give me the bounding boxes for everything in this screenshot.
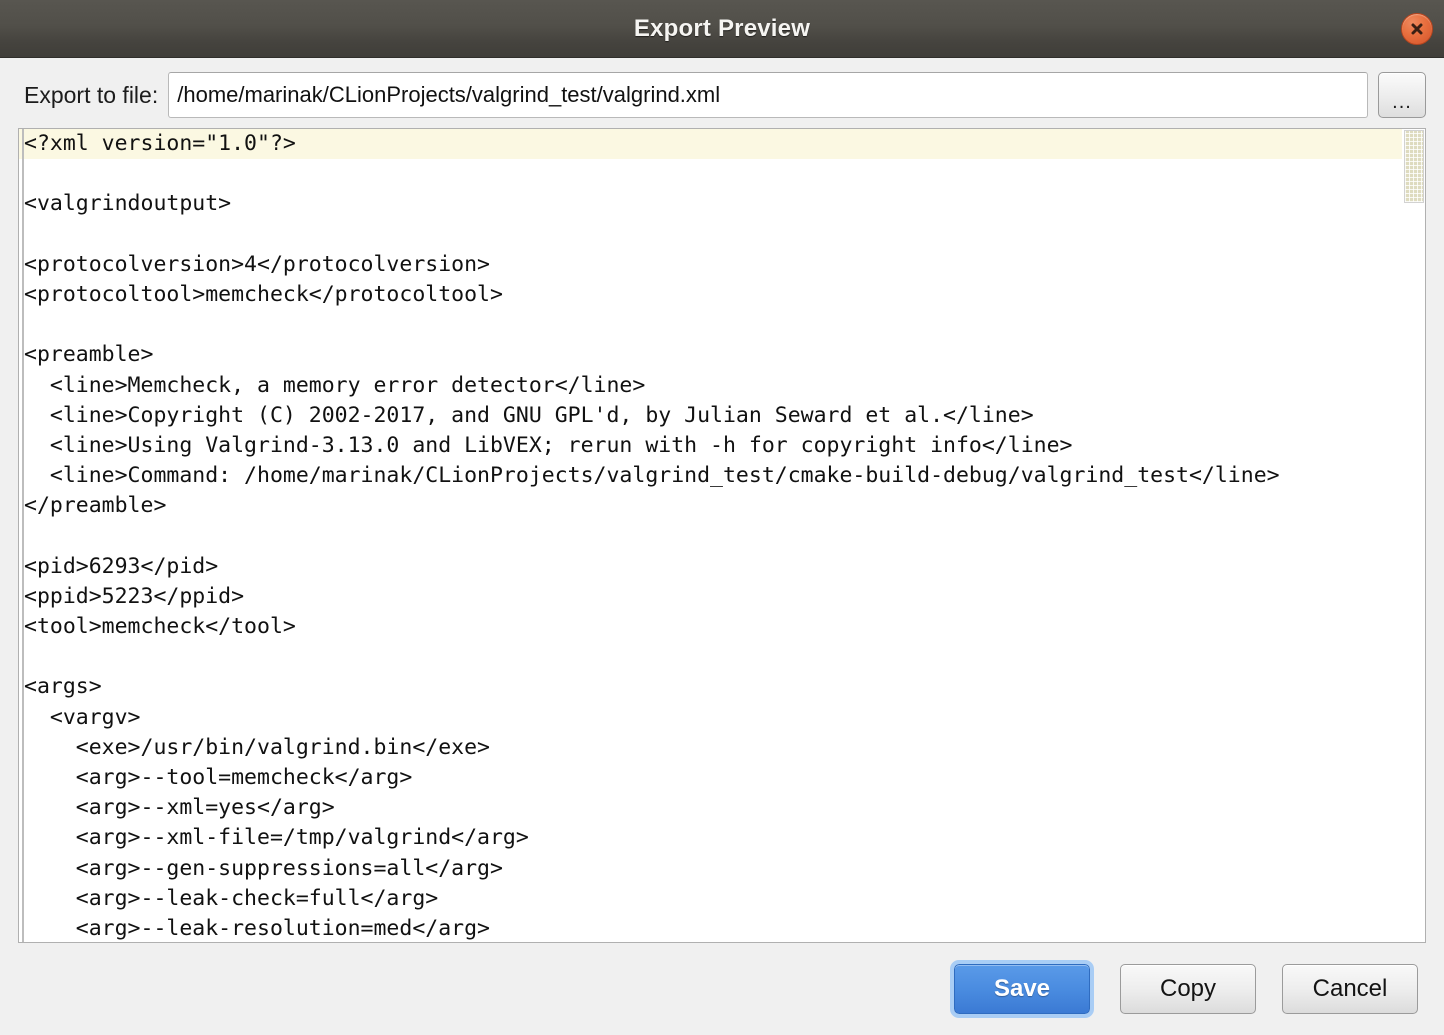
browse-button[interactable]: ... <box>1378 72 1426 118</box>
code-line: <tool>memcheck</tool> <box>24 614 296 639</box>
code-line: <line>Memcheck, a memory error detector<… <box>24 372 646 398</box>
code-line: </preamble> <box>24 493 167 519</box>
code-line: <line>Copyright (C) 2002-2017, and GNU G… <box>24 402 1034 428</box>
save-button[interactable]: Save <box>950 960 1094 1018</box>
scrollbar-thumb[interactable] <box>1404 130 1424 203</box>
ellipsis-icon: ... <box>1392 91 1412 113</box>
close-x-icon <box>1411 23 1423 34</box>
titlebar: Export Preview <box>0 0 1444 58</box>
code-line: <vargv> <box>24 704 141 730</box>
export-preview-dialog: Export Preview Export to file: ... <?xml… <box>0 0 1444 1035</box>
xml-preview-area[interactable]: <?xml version="1.0"?> <valgrindoutput> <… <box>18 128 1426 943</box>
code-line: <?xml version="1.0"?> <box>19 129 1403 160</box>
code-line: <arg>--leak-check=full</arg> <box>24 885 439 911</box>
code-line: <ppid>5223</ppid> <box>24 583 245 609</box>
copy-button[interactable]: Copy <box>1120 964 1256 1014</box>
text-caret-bar <box>22 129 24 942</box>
code-line: <line>Using Valgrind-3.13.0 and LibVEX; … <box>24 432 1073 458</box>
code-line: <arg>--gen-suppressions=all</arg> <box>24 855 503 881</box>
code-line: <valgrindoutput> <box>24 191 232 217</box>
code-line: <arg>--tool=memcheck</arg> <box>24 764 413 790</box>
code-line: <exe>/usr/bin/valgrind.bin</exe> <box>24 734 490 760</box>
export-to-file-label: Export to file: <box>24 81 159 108</box>
export-path-input[interactable] <box>168 72 1368 118</box>
export-file-row: Export to file: ... <box>0 58 1444 128</box>
code-line: <protocolversion>4</protocolversion> <box>24 251 490 277</box>
code-line: <preamble> <box>24 342 154 368</box>
xml-preview-text[interactable]: <?xml version="1.0"?> <valgrindoutput> <… <box>19 129 1403 942</box>
code-line-list: <?xml version="1.0"?> <valgrindoutput> <… <box>19 129 1403 942</box>
code-line: <arg>--leak-resolution=med</arg> <box>24 915 490 941</box>
code-line: <line>Command: /home/marinak/CLionProjec… <box>24 463 1280 489</box>
preview-vertical-scrollbar[interactable] <box>1402 129 1425 942</box>
cancel-button[interactable]: Cancel <box>1282 964 1418 1014</box>
close-icon[interactable] <box>1401 12 1433 45</box>
dialog-footer: Save Copy Cancel <box>0 943 1444 1035</box>
code-line: <arg>--xml=yes</arg> <box>24 795 335 821</box>
code-line: <protocoltool>memcheck</protocoltool> <box>24 281 503 307</box>
code-line: <arg>--xml-file=/tmp/valgrind</arg> <box>24 825 529 851</box>
window-title: Export Preview <box>633 14 811 42</box>
code-line: <args> <box>24 674 102 700</box>
code-line: <pid>6293</pid> <box>24 553 219 579</box>
